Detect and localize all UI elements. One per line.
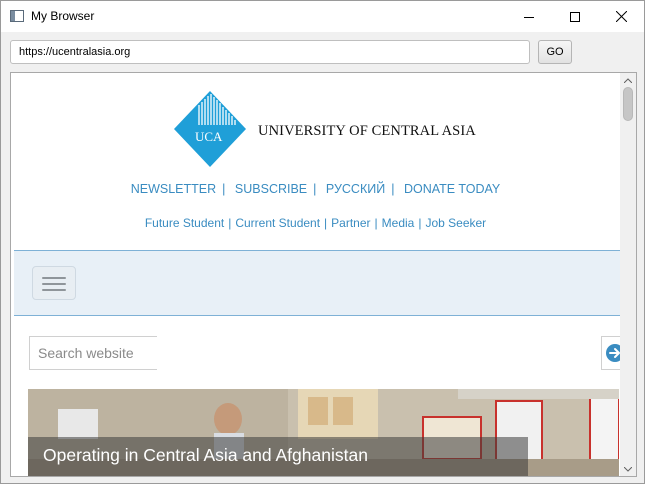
top-links: NEWSLETTER | SUBSCRIBE | РУССКИЙ | DONATE T…: [11, 182, 620, 196]
media-link[interactable]: Media: [382, 216, 415, 230]
separator: |: [228, 216, 232, 230]
browser-window: My Browser GO: [0, 0, 645, 484]
maximize-icon: [570, 11, 580, 22]
separator: |: [391, 182, 395, 196]
separator: |: [313, 182, 317, 196]
russian-language-link[interactable]: РУССКИЙ: [326, 182, 385, 196]
menu-toggle-button[interactable]: [32, 266, 76, 300]
audience-links: Future Student | Current Student | Partner | M…: [11, 216, 620, 230]
hamburger-icon-line: [42, 289, 66, 291]
scroll-up-button[interactable]: [620, 73, 636, 87]
minimize-button[interactable]: [506, 1, 552, 32]
address-bar: GO: [1, 32, 644, 72]
partner-link[interactable]: Partner: [331, 216, 370, 230]
hamburger-icon: [42, 277, 66, 279]
separator: |: [374, 216, 378, 230]
scroll-down-button[interactable]: [620, 462, 636, 476]
nav-band: [14, 250, 622, 316]
hero-banner[interactable]: Operating in Central Asia and Afghanista…: [28, 389, 619, 476]
current-student-link[interactable]: Current Student: [235, 216, 320, 230]
maximize-button[interactable]: [552, 1, 598, 32]
university-name[interactable]: UNIVERSITY OF CENTRAL ASIA: [258, 123, 476, 140]
search-input[interactable]: [29, 336, 157, 370]
job-seeker-link[interactable]: Job Seeker: [425, 216, 486, 230]
future-student-link[interactable]: Future Student: [145, 216, 224, 230]
scroll-thumb[interactable]: [623, 87, 633, 121]
separator: |: [222, 182, 226, 196]
url-input[interactable]: [10, 40, 530, 64]
web-page: UCA UNIVERSITY OF CENTRAL ASIA NEWSLETTE…: [11, 73, 624, 476]
vertical-scrollbar[interactable]: [620, 73, 636, 476]
chevron-down-icon: [624, 466, 632, 472]
separator: |: [418, 216, 422, 230]
uca-logo-icon: UCA: [174, 91, 246, 167]
donate-today-link[interactable]: DONATE TODAY: [404, 182, 500, 196]
close-button[interactable]: [598, 1, 644, 32]
hamburger-icon-line: [42, 283, 66, 285]
subscribe-link[interactable]: SUBSCRIBE: [235, 182, 307, 196]
logo-mark-text: UCA: [195, 129, 223, 144]
newsletter-link[interactable]: NEWSLETTER: [131, 182, 216, 196]
title-bar: My Browser: [1, 1, 644, 32]
go-button[interactable]: GO: [538, 40, 572, 64]
chevron-up-icon: [624, 77, 632, 83]
window-title: My Browser: [31, 9, 95, 23]
minimize-icon: [524, 16, 534, 18]
app-window-icon: [10, 10, 24, 22]
close-icon: [615, 11, 627, 22]
separator: |: [324, 216, 328, 230]
web-viewport: UCA UNIVERSITY OF CENTRAL ASIA NEWSLETTE…: [10, 72, 637, 477]
hero-caption: Operating in Central Asia and Afghanista…: [43, 445, 368, 465]
